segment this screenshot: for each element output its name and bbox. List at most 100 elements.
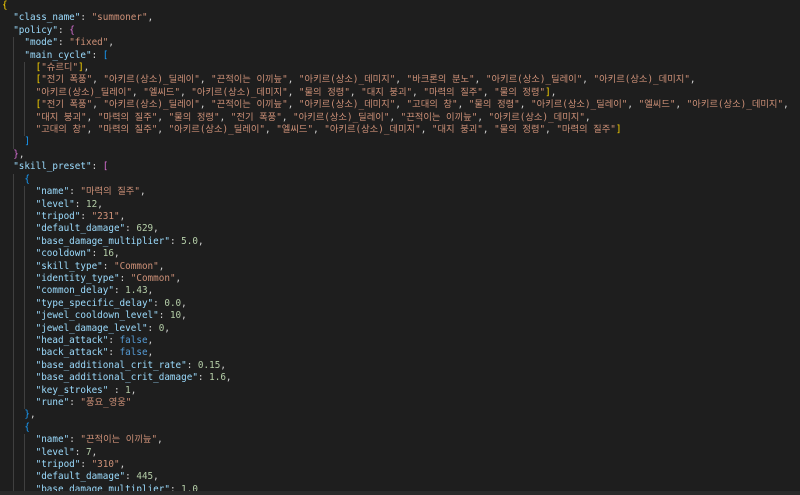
code-token: 0.0 (164, 297, 182, 309)
code-token: , (199, 74, 212, 86)
indent-guide (24, 347, 26, 360)
horizontal-scrollbar[interactable] (0, 491, 800, 495)
code-line: "tripod": "231", (0, 210, 800, 224)
code-line: "key_strokes" : 1, (0, 384, 800, 397)
code-token: "고대의 창" (406, 99, 458, 111)
code-line: "head_attack": false, (0, 334, 800, 348)
code-token: : (80, 210, 92, 222)
code-token: "마력의 질주" (97, 124, 158, 136)
code-token: : (108, 334, 120, 346)
indent-guide (24, 285, 26, 298)
code-token: "마력의 질주" (97, 111, 158, 123)
code-line: ["전기 폭풍", "아키르(상소)_딜레이", "끈적이는 이끼늪", "아키… (0, 74, 800, 87)
code-line: "type_specific_delay": 0.0, (0, 297, 800, 311)
code-line: "class_name": "summoner", (0, 12, 800, 24)
code-token: "default_damage" (35, 471, 126, 483)
indent-guide (13, 272, 15, 286)
code-token: : (102, 260, 114, 272)
indent-guide (24, 86, 26, 100)
code-line: "main_cycle": [ (0, 49, 800, 63)
code-token: "type_specific_delay" (35, 297, 154, 309)
code-token: , (582, 74, 594, 86)
indent-guide (24, 446, 26, 460)
code-token: "아키르(상소)_데미지" (686, 99, 784, 111)
code-token: "policy" (13, 24, 58, 36)
indent-guide (13, 322, 15, 335)
code-token: "jewel_damage_level" (35, 322, 148, 334)
indent-guide (24, 471, 26, 484)
code-token: "rune" (35, 397, 70, 408)
code-token: "아키르(상소)_딜레이" (168, 124, 265, 136)
code-token: , (86, 124, 98, 136)
code-token: "아키르(상소)_데미지" (324, 124, 421, 136)
code-token: : (69, 434, 81, 446)
code-token: 629 (136, 223, 154, 235)
indent-guide (13, 210, 15, 224)
code-line: "아키르(상소)_딜레이", "엘씨드", "아키르(상소)_데미지", "물의… (0, 86, 800, 100)
code-token: "아키르(상소)_딜레이" (293, 111, 390, 123)
code-token: , (153, 223, 159, 235)
indent-guide (13, 347, 15, 360)
code-token: , (287, 86, 299, 98)
code-token: 16 (102, 248, 114, 260)
code-token: "엘씨드" (638, 99, 676, 111)
code-token: "아키르(상소)_데미지" (191, 86, 288, 98)
code-line: "back_attack": false, (0, 347, 800, 360)
indent-guide (13, 421, 15, 435)
code-token: , (545, 124, 557, 136)
code-token: "끈적이는 이끼늪" (400, 111, 478, 123)
code-token: , (689, 74, 696, 86)
code-token: , (395, 74, 407, 86)
indent-guide (13, 74, 15, 87)
code-token: "231" (91, 210, 120, 222)
indent-guide (24, 434, 26, 447)
code-token: "base_additional_crit_damage" (35, 372, 198, 384)
code-token: "class_name" (13, 12, 81, 24)
code-token: "back_attack" (35, 347, 109, 359)
code-token: false (119, 334, 148, 346)
code-token: : (197, 372, 210, 384)
code-token: "바크론의 분노" (406, 74, 475, 86)
indent-guide (13, 186, 15, 199)
code-token: , (18, 148, 25, 160)
code-line: "skill_type": "Common", (0, 260, 800, 273)
code-token: 10 (169, 310, 182, 322)
code-line: ["슈르디"], (0, 62, 800, 75)
indent-guide (13, 99, 15, 112)
indent-guide (24, 62, 26, 75)
indent-guide (13, 334, 15, 348)
code-token: "cooldown" (35, 248, 92, 260)
code-token: , (420, 124, 432, 136)
indent-guide (24, 384, 26, 397)
code-token: { (2, 0, 8, 11)
code-token: , (287, 74, 299, 86)
code-line: }, (0, 409, 800, 422)
code-line: "skill_preset": [ (0, 161, 800, 173)
code-token: "default_damage" (35, 223, 126, 235)
code-token: , (92, 74, 104, 86)
indent-guide (24, 397, 26, 410)
code-token: , (157, 111, 169, 123)
code-token: : (108, 347, 120, 359)
code-line: "rune": "풍요_영웅" (0, 397, 800, 410)
code-token: , (86, 111, 98, 123)
code-editor[interactable]: { "class_name": "summoner", "policy": { … (0, 0, 800, 495)
code-line: "name": "마력의 질주", (0, 186, 800, 199)
code-token: : (108, 384, 126, 396)
code-token: 1.6 (209, 372, 226, 384)
indent-guide (24, 198, 26, 211)
indent-guide (24, 99, 26, 112)
indent-guide (13, 111, 15, 125)
code-line: "level": 12, (0, 198, 800, 211)
